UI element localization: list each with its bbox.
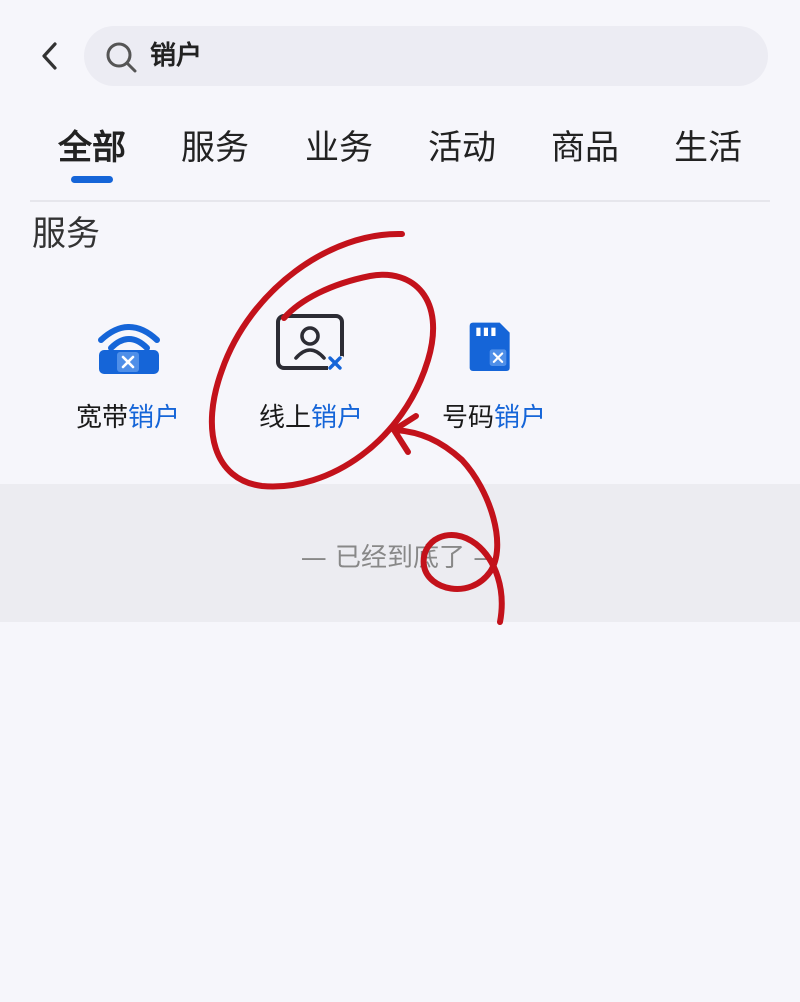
online-id-cancel-icon: [276, 314, 344, 372]
tab-services[interactable]: 服务: [160, 124, 270, 184]
service-item-broadband-cancel[interactable]: 宽带销户: [43, 300, 213, 450]
divider: [30, 200, 770, 202]
service-label: 宽带销户: [75, 403, 181, 433]
end-of-list-text: — 已经到底了 —: [300, 543, 500, 573]
search-header: 销户: [0, 0, 800, 110]
service-label: 线上销户: [258, 403, 364, 433]
active-tab-indicator: [71, 176, 113, 183]
search-icon: [106, 42, 137, 73]
service-item-online-cancel[interactable]: 线上销户: [226, 300, 396, 450]
broadband-cancel-icon: [98, 324, 160, 374]
search-input[interactable]: 销户: [84, 26, 768, 86]
sim-card-cancel-icon: [469, 322, 510, 371]
back-button[interactable]: [30, 36, 70, 76]
chevron-left-icon: [42, 42, 57, 70]
service-item-number-cancel[interactable]: 号码销户: [409, 300, 579, 450]
section-title: 服务: [32, 214, 100, 254]
service-label: 号码销户: [441, 403, 547, 433]
search-query-text: 销户: [150, 41, 203, 71]
search-results-page: 销户 全部 服务 业务 活动 商品 生活 服务 宽带销户 线上销户 号码销户 —…: [0, 0, 800, 1002]
tab-business[interactable]: 业务: [284, 124, 394, 184]
tab-life[interactable]: 生活: [653, 124, 763, 184]
category-tabs: 全部 服务 业务 活动 商品 生活: [0, 110, 800, 202]
tab-products[interactable]: 商品: [530, 124, 640, 184]
tab-all[interactable]: 全部: [37, 124, 147, 184]
tab-activities[interactable]: 活动: [407, 124, 517, 184]
